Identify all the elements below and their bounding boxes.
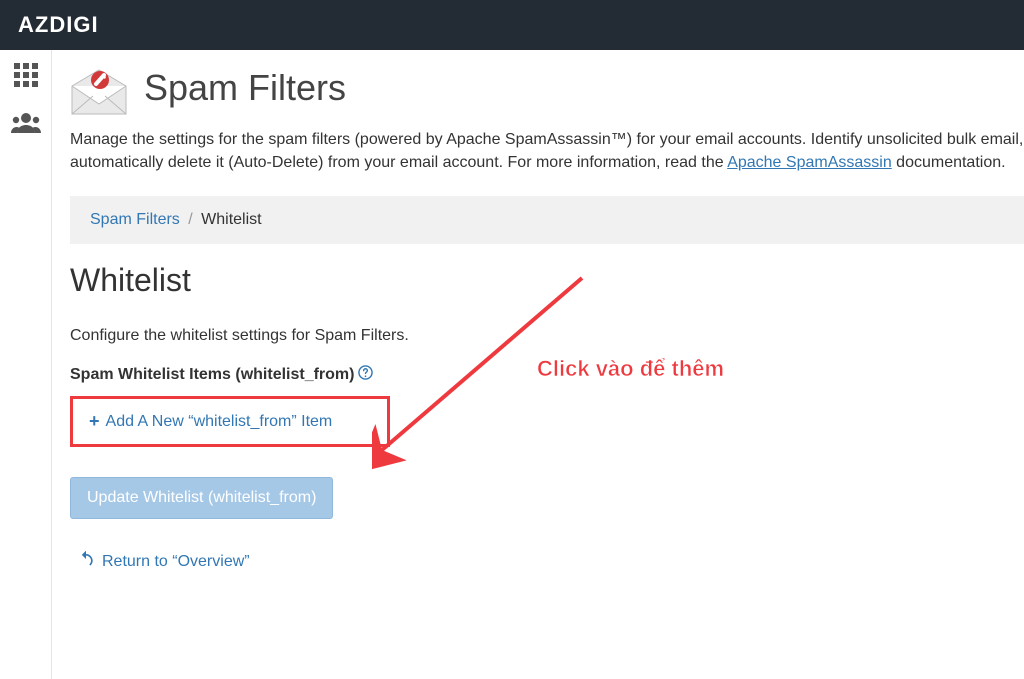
spam-filters-icon	[70, 66, 128, 110]
nav-apps-icon[interactable]	[13, 62, 39, 93]
add-item-highlight-box: + Add A New “whitelist_from” Item	[70, 396, 390, 447]
nav-users-icon[interactable]	[11, 111, 41, 140]
topbar: AZDIGI	[0, 0, 1024, 50]
page-header: Spam Filters	[52, 62, 1024, 128]
breadcrumb: Spam Filters / Whitelist	[70, 196, 1024, 244]
brand-logo: AZDIGI	[18, 12, 99, 38]
plus-icon: +	[89, 411, 100, 432]
manage-description: Manage the settings for the spam filters…	[52, 128, 1024, 196]
add-whitelist-item-link[interactable]: + Add A New “whitelist_from” Item	[89, 411, 332, 432]
breadcrumb-parent[interactable]: Spam Filters	[90, 211, 180, 228]
return-overview-link[interactable]: Return to “Overview”	[76, 549, 250, 574]
breadcrumb-separator: /	[184, 211, 196, 228]
shell: Spam Filters Manage the settings for the…	[0, 50, 1024, 679]
main-content: Spam Filters Manage the settings for the…	[52, 50, 1024, 679]
apache-spamassassin-link[interactable]: Apache SpamAssassin	[727, 154, 892, 171]
section-title: Whitelist	[52, 262, 1024, 327]
manage-post-text: documentation.	[892, 154, 1006, 171]
annotation-text: Click vào để thêm	[537, 356, 724, 382]
page-title: Spam Filters	[144, 67, 346, 109]
undo-icon	[76, 549, 96, 574]
add-item-label: Add A New “whitelist_from” Item	[106, 413, 333, 431]
help-icon[interactable]	[358, 365, 373, 384]
update-whitelist-button[interactable]: Update Whitelist (whitelist_from)	[70, 477, 333, 519]
items-label-text: Spam Whitelist Items (whitelist_from)	[70, 366, 354, 384]
breadcrumb-current: Whitelist	[201, 211, 261, 228]
side-nav	[0, 50, 52, 679]
return-label: Return to “Overview”	[102, 553, 250, 571]
